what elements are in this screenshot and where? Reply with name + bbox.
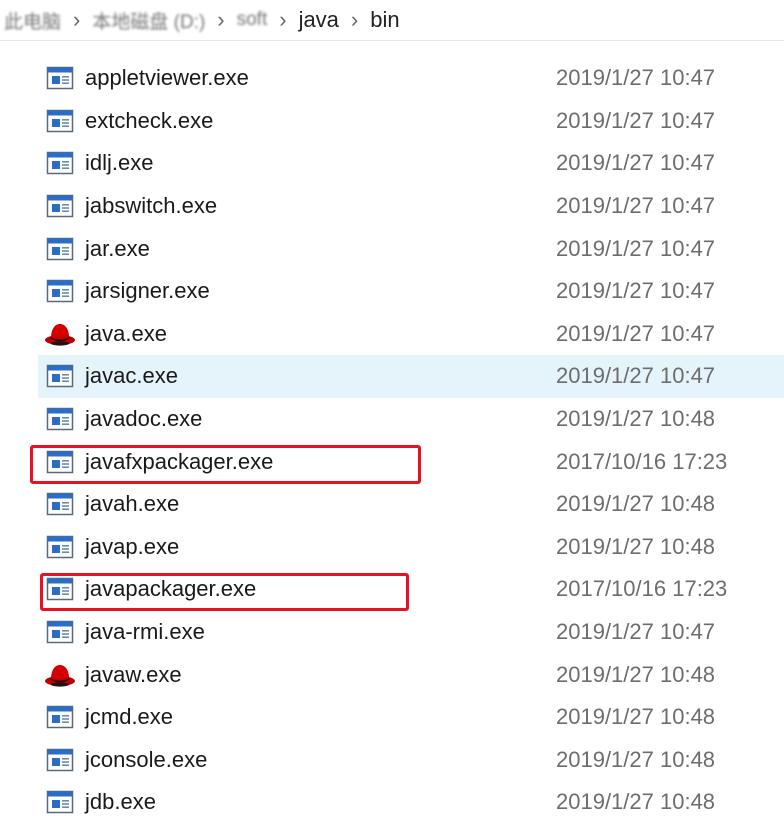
exe-window-icon (46, 193, 74, 219)
file-name[interactable]: javaw.exe (85, 662, 182, 688)
chevron-right-icon[interactable]: › (217, 7, 224, 33)
file-row[interactable]: idlj.exe 2019/1/27 10:47 (0, 142, 784, 185)
file-name[interactable]: extcheck.exe (85, 108, 213, 134)
file-modified-date: 2019/1/27 10:48 (556, 746, 716, 772)
exe-window-icon (46, 108, 74, 134)
file-modified-date: 2019/1/27 10:47 (556, 235, 716, 261)
file-modified-date: 2019/1/27 10:48 (556, 789, 716, 815)
exe-window-icon (46, 704, 74, 730)
exe-window-icon (46, 747, 74, 773)
file-row[interactable]: jar.exe 2019/1/27 10:47 (0, 227, 784, 270)
file-row[interactable]: jabswitch.exe 2019/1/27 10:47 (0, 185, 784, 228)
file-name[interactable]: jdb.exe (85, 789, 156, 815)
file-modified-date: 2017/10/16 17:23 (556, 448, 728, 474)
file-name[interactable]: java-rmi.exe (85, 619, 205, 645)
file-name[interactable]: appletviewer.exe (85, 65, 249, 91)
file-name[interactable]: jcmd.exe (85, 704, 173, 730)
file-name[interactable]: jabswitch.exe (85, 193, 217, 219)
chevron-right-icon[interactable]: › (279, 7, 286, 33)
file-name[interactable]: jarsigner.exe (85, 278, 210, 304)
file-modified-date: 2019/1/27 10:47 (556, 150, 716, 176)
file-name[interactable]: javac.exe (85, 363, 178, 389)
exe-window-icon (46, 236, 74, 262)
file-modified-date: 2019/1/27 10:47 (556, 320, 716, 346)
file-name[interactable]: java.exe (85, 321, 167, 347)
file-modified-date: 2019/1/27 10:48 (556, 491, 716, 517)
file-row[interactable]: extcheck.exe 2019/1/27 10:47 (0, 100, 784, 143)
file-row[interactable]: jconsole.exe 2019/1/27 10:48 (0, 739, 784, 782)
file-row[interactable]: java.exe 2019/1/27 10:47 (0, 313, 784, 356)
chevron-right-icon[interactable]: › (351, 7, 358, 33)
file-row[interactable]: javaw.exe 2019/1/27 10:48 (0, 653, 784, 696)
file-modified-date: 2017/10/16 17:23 (556, 576, 728, 602)
exe-window-icon (46, 534, 74, 560)
breadcrumb-item[interactable]: soft (237, 9, 268, 31)
redhat-icon (44, 661, 76, 689)
file-modified-date: 2019/1/27 10:47 (556, 363, 716, 389)
file-row[interactable]: jdb.exe 2019/1/27 10:48 (0, 781, 784, 824)
file-name[interactable]: javadoc.exe (85, 406, 202, 432)
breadcrumb-item[interactable]: bin (370, 7, 399, 33)
file-name[interactable]: jar.exe (85, 236, 150, 262)
file-modified-date: 2019/1/27 10:47 (556, 65, 716, 91)
file-modified-date: 2019/1/27 10:47 (556, 619, 716, 645)
redhat-icon (44, 320, 76, 348)
file-modified-date: 2019/1/27 10:48 (556, 406, 716, 432)
file-modified-date: 2019/1/27 10:47 (556, 278, 716, 304)
breadcrumb-item[interactable]: java (299, 7, 339, 33)
file-row[interactable]: javadoc.exe 2019/1/27 10:48 (0, 398, 784, 441)
divider (0, 40, 784, 41)
file-row[interactable]: jcmd.exe 2019/1/27 10:48 (0, 696, 784, 739)
file-row[interactable]: jarsigner.exe 2019/1/27 10:47 (0, 270, 784, 313)
exe-window-icon (46, 278, 74, 304)
file-name[interactable]: idlj.exe (85, 150, 153, 176)
file-row[interactable]: javap.exe 2019/1/27 10:48 (0, 526, 784, 569)
file-row[interactable]: javah.exe 2019/1/27 10:48 (0, 483, 784, 526)
file-modified-date: 2019/1/27 10:48 (556, 533, 716, 559)
breadcrumb-item[interactable]: 此电脑 (4, 7, 61, 34)
file-name[interactable]: jconsole.exe (85, 747, 207, 773)
exe-window-icon (46, 150, 74, 176)
file-modified-date: 2019/1/27 10:47 (556, 107, 716, 133)
file-modified-date: 2019/1/27 10:47 (556, 193, 716, 219)
file-row[interactable]: java-rmi.exe 2019/1/27 10:47 (0, 611, 784, 654)
chevron-right-icon[interactable]: › (73, 7, 80, 33)
annotation-highlight-box (40, 573, 409, 611)
breadcrumb: 此电脑 › 本地磁盘 (D:) › soft › java › bin (0, 0, 784, 40)
file-name[interactable]: javah.exe (85, 491, 179, 517)
exe-window-icon (46, 789, 74, 815)
annotation-highlight-box (30, 445, 421, 484)
exe-window-icon (46, 406, 74, 432)
file-row[interactable]: appletviewer.exe 2019/1/27 10:47 (0, 57, 784, 100)
exe-window-icon (46, 491, 74, 517)
breadcrumb-item[interactable]: 本地磁盘 (D:) (92, 7, 205, 34)
file-row[interactable]: javac.exe 2019/1/27 10:47 (0, 355, 784, 398)
file-list: appletviewer.exe 2019/1/27 10:47 extcheck.… (0, 57, 784, 824)
exe-window-icon (46, 363, 74, 389)
file-modified-date: 2019/1/27 10:48 (556, 661, 716, 687)
exe-window-icon (46, 65, 74, 91)
file-name[interactable]: javap.exe (85, 534, 179, 560)
exe-window-icon (46, 619, 74, 645)
file-modified-date: 2019/1/27 10:48 (556, 704, 716, 730)
